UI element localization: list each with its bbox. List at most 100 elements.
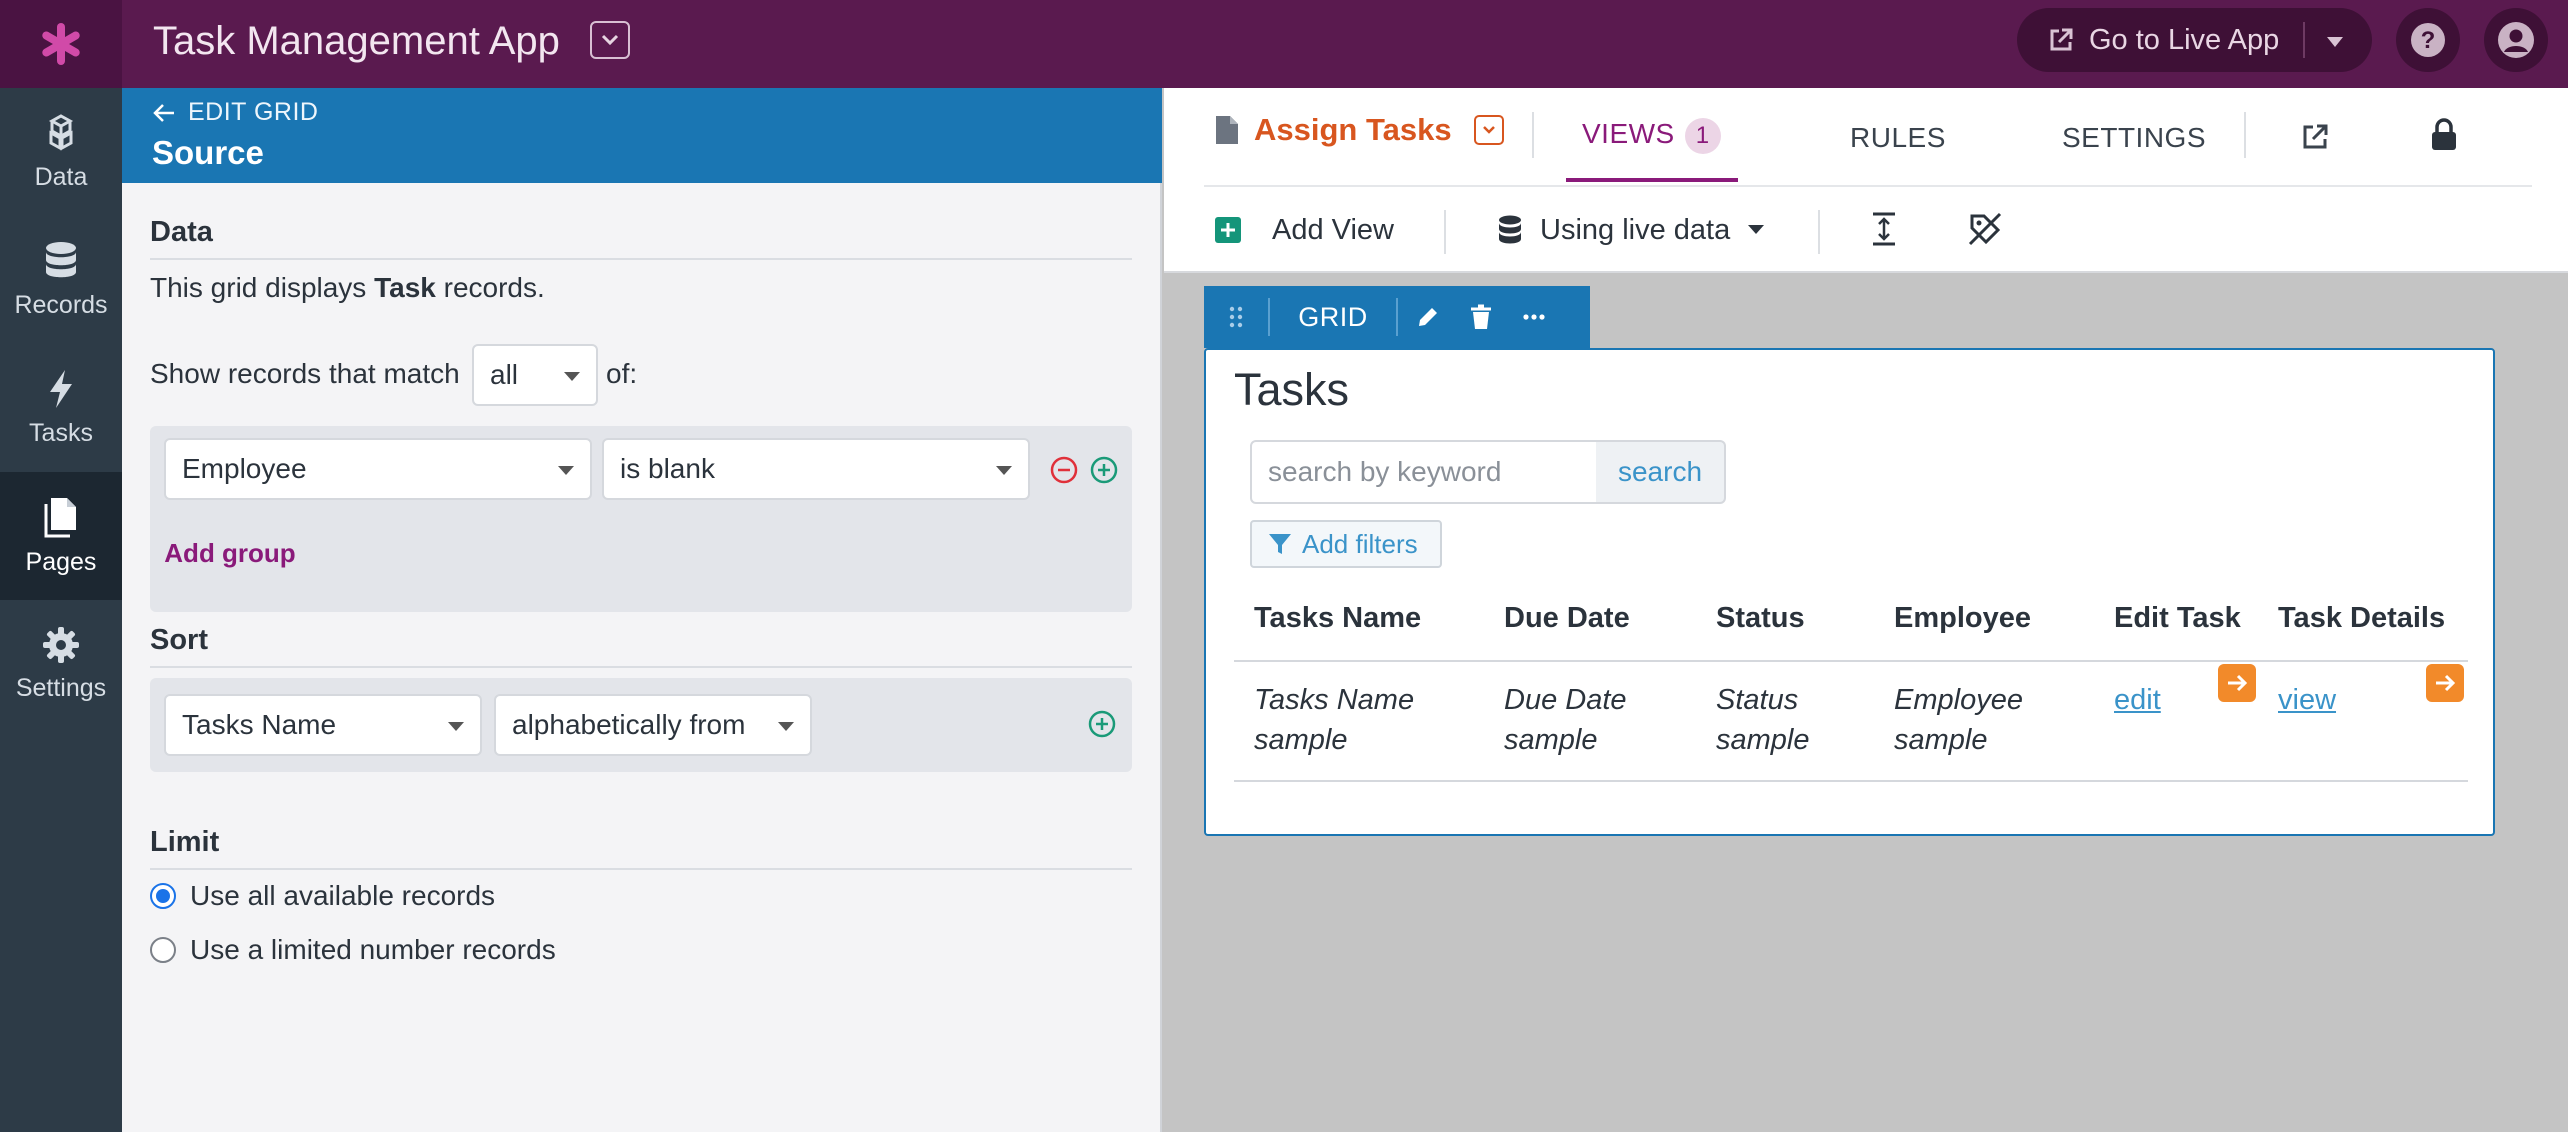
column-header-status[interactable]: Status — [1716, 602, 1805, 635]
cell-tasks-name: Tasks Namesample — [1254, 680, 1414, 760]
ellipsis-icon — [1522, 313, 1546, 321]
search-button[interactable]: search — [1596, 440, 1726, 504]
object-name: Task — [374, 272, 436, 303]
search-input[interactable]: search by keyword — [1250, 440, 1598, 504]
pencil-icon — [1416, 305, 1440, 329]
pages-icon — [43, 496, 79, 538]
question-circle-icon: ? — [2410, 22, 2446, 58]
back-label: EDIT GRID — [188, 98, 318, 127]
active-tab-indicator — [1566, 178, 1738, 182]
nav-item-label: Pages — [26, 548, 97, 577]
column-header-tasks-name[interactable]: Tasks Name — [1254, 602, 1421, 635]
sort-section-heading: Sort — [150, 624, 208, 657]
page-menu-dropdown[interactable] — [1474, 115, 1504, 145]
page-view-header: Assign Tasks VIEWS1 RULES SETTINGS Add V… — [1164, 88, 2568, 273]
lock-icon[interactable] — [2430, 118, 2458, 152]
nav-item-pages[interactable]: Pages — [0, 472, 122, 600]
caret-down-icon[interactable] — [2327, 34, 2343, 52]
expand-vertical-icon[interactable] — [1870, 212, 1898, 246]
user-account-button[interactable] — [2484, 8, 2548, 72]
edit-task-arrow-button[interactable] — [2218, 664, 2256, 702]
filter-icon — [1268, 532, 1292, 556]
page-icon — [1214, 114, 1240, 146]
left-navigation: Data Records Tasks Pages Settings — [0, 88, 122, 1132]
app-menu-dropdown[interactable] — [590, 21, 630, 59]
add-sort-icon[interactable] — [1088, 710, 1116, 738]
add-rule-icon[interactable] — [1090, 456, 1118, 484]
tab-settings[interactable]: SETTINGS — [2062, 122, 2206, 154]
tab-views[interactable]: VIEWS1 — [1582, 118, 1721, 154]
back-to-edit-grid-link[interactable]: EDIT GRID — [152, 98, 318, 127]
nav-item-records[interactable]: Records — [0, 216, 122, 344]
cell-status: Statussample — [1716, 680, 1810, 760]
column-header-edit-task[interactable]: Edit Task — [2114, 602, 2241, 635]
drag-handle-icon — [1229, 306, 1243, 328]
limit-option-limited[interactable]: Use a limited number records — [150, 934, 556, 966]
panel-title: Source — [152, 134, 264, 172]
radio-button[interactable] — [150, 883, 176, 909]
more-options-button[interactable] — [1504, 286, 1564, 348]
cell-edit-task: edit — [2114, 680, 2161, 720]
cell-due-date: Due Datesample — [1504, 680, 1627, 760]
tab-rules[interactable]: RULES — [1850, 122, 1946, 154]
grid-label: GRID — [1270, 286, 1396, 348]
nav-item-settings[interactable]: Settings — [0, 600, 122, 728]
divider — [1204, 185, 2532, 187]
app-logo[interactable] — [0, 0, 122, 88]
cell-task-details: view — [2278, 680, 2336, 720]
add-filters-button[interactable]: Add filters — [1250, 520, 1442, 568]
grid-title: Tasks — [1234, 364, 1349, 416]
divider — [150, 666, 1132, 668]
data-source-dropdown[interactable]: Using live data — [1498, 204, 1764, 256]
go-to-live-app-button[interactable]: Go to Live App — [2017, 8, 2372, 72]
external-link-icon — [2047, 26, 2075, 54]
arrow-left-icon — [152, 102, 176, 124]
view-link[interactable]: view — [2278, 684, 2336, 716]
sort-order-select[interactable]: alphabetically from — [494, 694, 812, 756]
delete-view-button[interactable] — [1458, 286, 1504, 348]
grid-view-card[interactable]: Tasks search by keyword search Add filte… — [1204, 348, 2495, 836]
data-section-heading: Data — [150, 216, 213, 249]
limit-option-all[interactable]: Use all available records — [150, 880, 495, 912]
column-header-task-details[interactable]: Task Details — [2278, 602, 2445, 635]
help-button[interactable]: ? — [2396, 8, 2460, 72]
plus-square-icon — [1214, 216, 1242, 244]
divider — [2244, 112, 2246, 158]
remove-rule-icon[interactable] — [1050, 456, 1078, 484]
arrow-right-icon — [2434, 673, 2456, 693]
filter-operator-select[interactable]: is blank — [602, 438, 1030, 500]
trash-icon — [1470, 304, 1492, 330]
edit-link[interactable]: edit — [2114, 684, 2161, 716]
edit-view-button[interactable] — [1398, 286, 1458, 348]
radio-label: Use all available records — [190, 880, 495, 912]
grid-view-toolbar: GRID — [1204, 286, 1590, 348]
add-view-button[interactable]: Add View — [1214, 204, 1394, 256]
database-icon — [1498, 215, 1522, 245]
row-divider — [1234, 780, 2468, 782]
filter-field-select[interactable]: Employee — [164, 438, 592, 500]
divider — [1444, 210, 1446, 254]
tag-slash-icon[interactable] — [1968, 212, 2002, 246]
data-source-label: Using live data — [1540, 214, 1730, 247]
column-header-employee[interactable]: Employee — [1894, 602, 2031, 635]
page-name[interactable]: Assign Tasks — [1214, 112, 1504, 148]
divider — [150, 258, 1132, 260]
match-suffix: of: — [606, 358, 637, 390]
external-link-icon[interactable] — [2300, 122, 2330, 152]
radio-button[interactable] — [150, 937, 176, 963]
radio-label: Use a limited number records — [190, 934, 556, 966]
column-header-due-date[interactable]: Due Date — [1504, 602, 1630, 635]
lightning-icon — [47, 369, 75, 409]
page-name-label: Assign Tasks — [1254, 112, 1452, 148]
app-title: Task Management App — [153, 0, 560, 82]
asterisk-logo-icon — [38, 21, 84, 67]
match-select[interactable]: all — [472, 344, 598, 406]
sort-field-select[interactable]: Tasks Name — [164, 694, 482, 756]
nav-item-data[interactable]: Data — [0, 88, 122, 216]
add-group-button[interactable]: Add group — [152, 528, 308, 578]
nav-item-label: Settings — [16, 674, 106, 703]
task-details-arrow-button[interactable] — [2426, 664, 2464, 702]
drag-handle[interactable] — [1204, 286, 1268, 348]
nav-item-tasks[interactable]: Tasks — [0, 344, 122, 472]
caret-down-icon — [1748, 225, 1764, 235]
